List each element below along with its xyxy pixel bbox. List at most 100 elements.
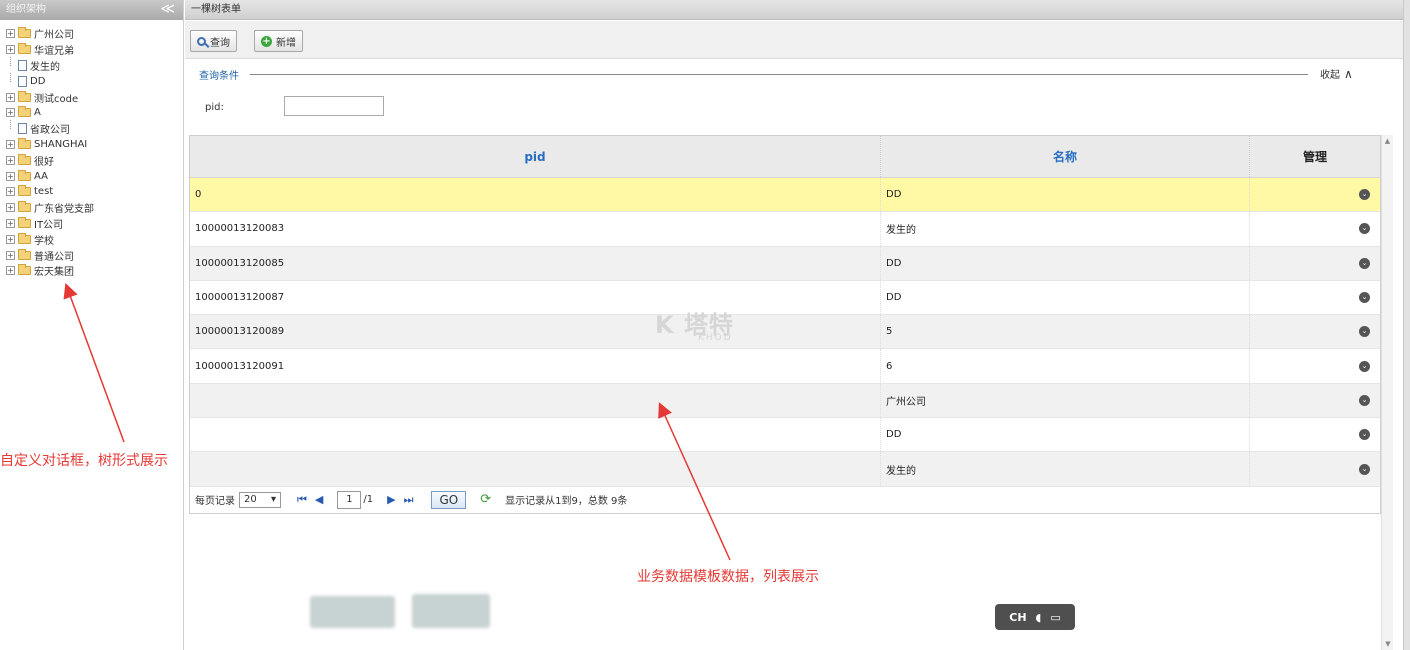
expand-icon[interactable]: +: [6, 250, 15, 260]
tree-node[interactable]: + test: [6, 184, 183, 200]
folder-icon: [18, 232, 31, 244]
tree-node-label: DD: [30, 75, 46, 87]
go-button[interactable]: GO: [431, 490, 467, 509]
tree-node-label: SHANGHAI: [34, 138, 88, 150]
manage-menu-icon[interactable]: ⌄: [1359, 189, 1370, 201]
scroll-down-icon[interactable]: ▼: [1382, 640, 1394, 648]
tree-node[interactable]: + 华谊兄弟: [6, 42, 183, 58]
refresh-icon[interactable]: ⟳: [480, 492, 491, 507]
tree-node[interactable]: + AA: [6, 168, 183, 184]
expand-icon[interactable]: +: [6, 171, 15, 181]
expand-icon[interactable]: +: [6, 108, 15, 118]
data-grid: pid 名称 管理 0 DD ⌄ 10000013120083 发生的 ⌄ 10000013…: [189, 135, 1381, 514]
expand-icon[interactable]: +: [6, 139, 15, 149]
pid-field-label: pid:: [205, 102, 224, 113]
collapse-query-button[interactable]: 收起 ∧: [1320, 66, 1353, 82]
tree-node[interactable]: + IT公司: [6, 216, 183, 232]
folder-icon: [18, 153, 31, 165]
manage-menu-icon[interactable]: ⌄: [1359, 223, 1370, 235]
folder-icon: [18, 216, 31, 228]
folder-icon: [18, 169, 31, 181]
cell-name: DD: [880, 178, 1249, 212]
page-title: 一棵树表单: [191, 4, 241, 15]
ime-indicator[interactable]: CH ◖ ▭: [995, 604, 1075, 630]
cell-manage: ⌄: [1249, 452, 1380, 486]
last-page-icon[interactable]: ⏭: [404, 493, 414, 507]
table-row[interactable]: 0 DD ⌄: [190, 178, 1380, 213]
table-row[interactable]: 发生的 ⌄: [190, 452, 1380, 487]
expand-icon[interactable]: +: [6, 218, 15, 228]
ime-label: CH: [1009, 610, 1027, 624]
tree-node[interactable]: DD: [6, 72, 183, 89]
table-row[interactable]: 10000013120087 DD ⌄: [190, 280, 1380, 316]
query-button-label: 查询: [210, 37, 230, 49]
cell-pid: 10000013120091: [195, 360, 285, 372]
folder-icon: [18, 248, 31, 260]
tree-node-label: 省政公司: [30, 125, 70, 137]
column-header-manage: 管理: [1249, 136, 1380, 177]
manage-menu-icon[interactable]: ⌄: [1359, 257, 1370, 269]
tree-node-label: 测试code: [34, 93, 79, 105]
per-page-value: 20: [244, 494, 257, 506]
tree-node[interactable]: + 普通公司: [6, 247, 183, 263]
watermark-subtext: KHOD: [698, 333, 733, 343]
expand-icon[interactable]: +: [6, 29, 15, 39]
manage-menu-icon[interactable]: ⌄: [1359, 429, 1370, 441]
query-button[interactable]: 查询: [190, 30, 237, 52]
manage-menu-icon[interactable]: ⌄: [1359, 292, 1370, 304]
manage-menu-icon[interactable]: ⌄: [1359, 360, 1370, 372]
cell-manage: ⌄: [1249, 178, 1380, 212]
collapse-panel-icon[interactable]: ≪: [160, 0, 175, 18]
per-page-select[interactable]: 20 ▾: [239, 491, 281, 508]
expand-icon[interactable]: +: [6, 203, 15, 213]
table-row[interactable]: 10000013120085 DD ⌄: [190, 246, 1380, 281]
cell-manage: ⌄: [1249, 280, 1380, 315]
manage-menu-icon[interactable]: ⌄: [1359, 326, 1370, 338]
tree-node[interactable]: + A: [6, 105, 183, 121]
expand-icon[interactable]: +: [6, 234, 15, 244]
tree-node[interactable]: + 广东省党支部: [6, 200, 183, 216]
manage-menu-icon[interactable]: ⌄: [1359, 394, 1370, 406]
scroll-up-icon[interactable]: ▲: [1382, 137, 1393, 145]
cell-pid: [190, 452, 880, 485]
expand-icon[interactable]: +: [6, 187, 15, 197]
tree-node[interactable]: + 学校: [6, 231, 183, 247]
tree-node[interactable]: + 宏天集团: [6, 263, 183, 279]
cell-pid: 10000013120087: [195, 292, 285, 304]
left-annotation: 自定义对话框，树形式展示: [0, 453, 168, 469]
column-header-pid[interactable]: pid: [190, 136, 880, 177]
chevron-up-icon: ∧: [1344, 66, 1353, 81]
tree-node[interactable]: + 广州公司: [6, 26, 183, 42]
pid-input[interactable]: [284, 96, 384, 116]
vertical-scrollbar[interactable]: ▲ ▼: [1381, 135, 1393, 650]
tree-node[interactable]: + 很好: [6, 152, 183, 168]
collapse-query-label: 收起: [1320, 70, 1340, 81]
query-section-title: 查询条件: [199, 67, 243, 82]
tree-node[interactable]: 发生的: [6, 56, 183, 74]
column-header-name[interactable]: 名称: [880, 136, 1249, 177]
next-page-icon[interactable]: ▶: [387, 493, 395, 506]
folder-icon: [18, 264, 31, 276]
cell-name: DD: [880, 246, 1249, 280]
table-row[interactable]: 广州公司 ⌄: [190, 383, 1380, 419]
cell-pid: [190, 418, 880, 451]
chat-icon: ▭: [1050, 610, 1061, 624]
tree-node[interactable]: 省政公司: [6, 120, 183, 137]
page-number-input[interactable]: 1: [337, 490, 362, 509]
table-row[interactable]: 10000013120091 6 ⌄: [190, 349, 1380, 384]
expand-icon[interactable]: +: [6, 92, 15, 102]
manage-menu-icon[interactable]: ⌄: [1359, 463, 1370, 475]
table-row[interactable]: DD ⌄: [190, 418, 1380, 453]
tree-node[interactable]: + 测试code: [6, 89, 183, 105]
table-row[interactable]: 10000013120083 发生的 ⌄: [190, 212, 1380, 247]
first-page-icon[interactable]: ⏮: [297, 493, 307, 507]
expand-icon[interactable]: +: [6, 155, 15, 165]
expand-icon[interactable]: +: [6, 266, 15, 276]
grid-header: pid 名称 管理: [190, 136, 1380, 178]
expand-icon[interactable]: +: [6, 45, 15, 55]
tree-node[interactable]: + SHANGHAI: [6, 137, 183, 153]
prev-page-icon[interactable]: ◀: [315, 493, 323, 506]
add-button[interactable]: + 新增: [254, 30, 303, 52]
table-row[interactable]: 10000013120089 5 ⌄: [190, 315, 1380, 350]
folder-icon: [18, 90, 31, 102]
